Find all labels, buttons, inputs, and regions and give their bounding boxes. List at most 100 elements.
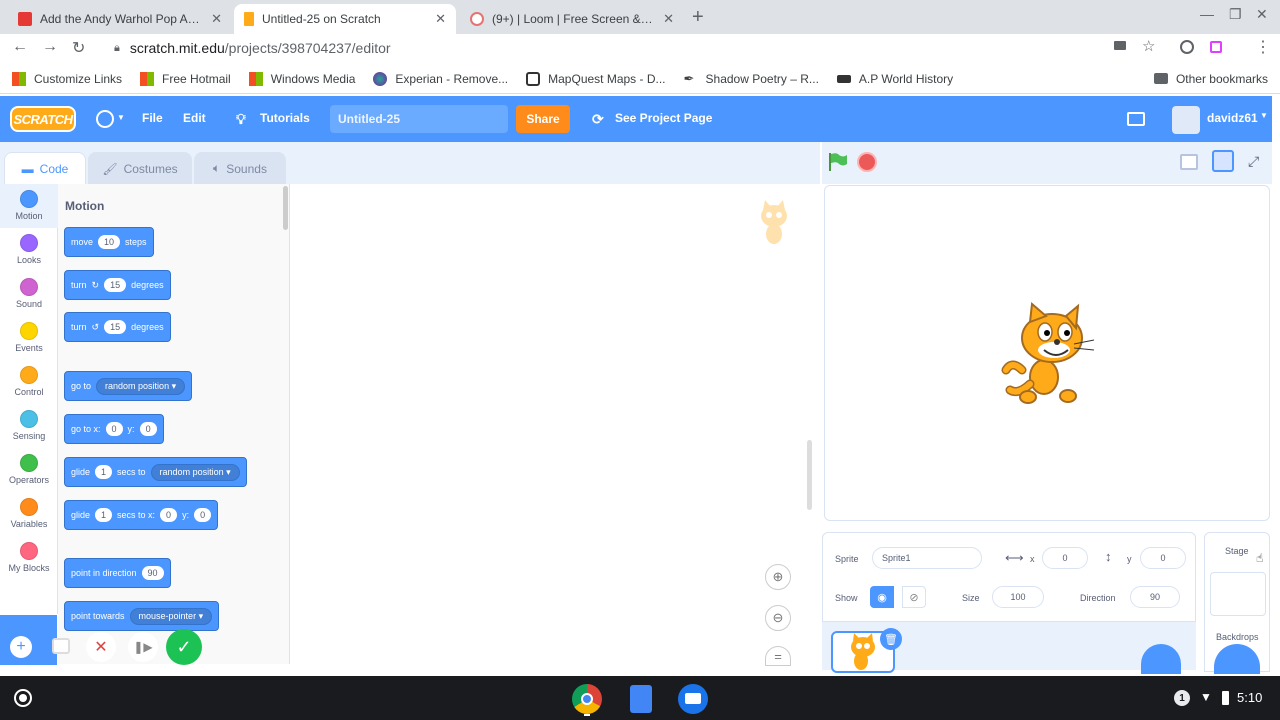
wifi-icon[interactable]: ▼: [1200, 690, 1212, 704]
block-point-towards[interactable]: point towards mouse-pointer ▾: [64, 601, 220, 631]
y-input[interactable]: 0: [139, 422, 157, 436]
zoom-in-icon[interactable]: ⊕: [765, 564, 791, 590]
file-menu[interactable]: File: [142, 111, 163, 125]
zoom-reset-icon[interactable]: =: [765, 646, 791, 666]
x-position-input[interactable]: 0: [1042, 547, 1088, 569]
camera-icon[interactable]: [1114, 41, 1126, 50]
add-extension-icon[interactable]: +: [10, 636, 32, 658]
share-button[interactable]: Share: [516, 105, 570, 133]
browser-tab[interactable]: (9+) | Loom | Free Screen & Vide ✕: [460, 4, 684, 34]
launcher-icon[interactable]: [14, 689, 32, 707]
show-eye-icon[interactable]: ◉: [870, 586, 894, 608]
target-dropdown[interactable]: random position ▾: [150, 463, 240, 481]
category-control[interactable]: Control: [0, 366, 58, 397]
category-operators[interactable]: Operators: [0, 454, 58, 485]
stop-icon[interactable]: [857, 152, 877, 172]
close-window-icon[interactable]: ✕: [1256, 6, 1268, 23]
more-vertical-icon[interactable]: ⋮: [1255, 37, 1271, 57]
tab-code[interactable]: ▬ Code: [4, 152, 86, 184]
battery-icon[interactable]: [1222, 691, 1229, 705]
bookmark-item[interactable]: ✒ Shadow Poetry – R...: [684, 71, 819, 86]
my-stuff-folder-icon[interactable]: [1127, 112, 1145, 126]
x-input[interactable]: 0: [160, 508, 178, 522]
x-input[interactable]: 0: [105, 422, 123, 436]
script-area[interactable]: [291, 184, 820, 664]
browser-tab[interactable]: Add the Andy Warhol Pop Art E ✕: [8, 4, 232, 34]
project-title-input[interactable]: Untitled-25: [330, 105, 508, 133]
bookmark-item[interactable]: MapQuest Maps - D...: [526, 71, 666, 86]
size-input[interactable]: 100: [992, 586, 1044, 608]
docs-app-icon[interactable]: [630, 685, 652, 713]
loom-extension-icon[interactable]: [1180, 40, 1194, 54]
finish-recording-check-icon[interactable]: ✓: [166, 629, 202, 665]
close-tab-icon[interactable]: ✕: [663, 11, 674, 27]
bookmark-item[interactable]: Customize Links: [12, 71, 122, 86]
cancel-recording-icon[interactable]: ✕: [86, 632, 116, 662]
category-events[interactable]: Events: [0, 322, 58, 353]
tab-costumes[interactable]: 🖌︎ Costumes: [88, 152, 192, 184]
close-tab-icon[interactable]: ✕: [435, 11, 446, 27]
avatar[interactable]: [1172, 106, 1200, 134]
secs-input[interactable]: 1: [95, 508, 113, 522]
messages-app-icon[interactable]: [678, 684, 708, 714]
bookmark-item[interactable]: Experian - Remove...: [373, 71, 508, 86]
camera-toggle-icon[interactable]: [52, 638, 70, 654]
delete-sprite-trash-icon[interactable]: 🗑︎: [880, 628, 902, 650]
new-tab-plus-icon[interactable]: +: [692, 6, 704, 29]
tutorials-button[interactable]: Tutorials: [260, 111, 310, 125]
category-my-blocks[interactable]: My Blocks: [0, 542, 58, 573]
bookmark-item[interactable]: Free Hotmail: [140, 71, 231, 86]
hide-eye-icon[interactable]: ⊘: [902, 586, 926, 608]
target-dropdown[interactable]: mouse-pointer ▾: [129, 607, 213, 625]
category-sensing[interactable]: Sensing: [0, 410, 58, 441]
block-turn-right[interactable]: turn ↻ 15 degrees: [64, 270, 171, 300]
chrome-app-icon[interactable]: [572, 684, 602, 714]
cat-sprite[interactable]: [1000, 300, 1096, 404]
see-project-page-button[interactable]: See Project Page: [615, 111, 712, 125]
minimize-icon[interactable]: —: [1200, 6, 1214, 22]
fullscreen-icon[interactable]: ⤢: [1248, 153, 1259, 170]
block-glide-to[interactable]: glide 1 secs to random position ▾: [64, 457, 247, 487]
maximize-icon[interactable]: ❐: [1229, 6, 1242, 23]
back-arrow-icon[interactable]: ←: [12, 38, 28, 56]
pause-recording-icon[interactable]: ❚▶: [128, 632, 158, 662]
forward-arrow-icon[interactable]: →: [42, 38, 58, 56]
clock[interactable]: 5:10: [1237, 690, 1262, 705]
category-motion[interactable]: Motion: [0, 190, 58, 221]
direction-input[interactable]: 90: [141, 566, 164, 580]
globe-language-icon[interactable]: [96, 110, 114, 128]
extension-icon[interactable]: [1210, 41, 1222, 53]
tab-sounds[interactable]: 🔈︎ Sounds: [194, 152, 286, 184]
bookmark-item[interactable]: Windows Media: [248, 71, 355, 86]
address-bar[interactable]: 🔒︎ scratch.mit.edu/projects/398704237/ed…: [104, 36, 1174, 60]
y-position-input[interactable]: 0: [1140, 547, 1186, 569]
zoom-out-icon[interactable]: ⊖: [765, 605, 791, 631]
target-dropdown[interactable]: random position ▾: [96, 377, 186, 395]
category-sound[interactable]: Sound: [0, 278, 58, 309]
sprite-name-input[interactable]: Sprite1: [872, 547, 982, 569]
large-stage-icon[interactable]: [1212, 150, 1234, 172]
browser-tab-active[interactable]: Untitled-25 on Scratch ✕: [234, 4, 456, 34]
reload-icon[interactable]: ↻: [72, 38, 85, 58]
category-variables[interactable]: Variables: [0, 498, 58, 529]
small-stage-icon[interactable]: [1180, 154, 1198, 170]
bookmark-star-icon[interactable]: ☆: [1142, 37, 1155, 55]
other-bookmarks[interactable]: Other bookmarks: [1153, 72, 1268, 86]
stage-thumbnail[interactable]: [1210, 572, 1266, 616]
block-go-to[interactable]: go to random position ▾: [64, 371, 193, 401]
block-point-in-direction[interactable]: point in direction 90: [64, 558, 171, 588]
block-turn-left[interactable]: turn ↺ 15 degrees: [64, 312, 171, 342]
scratch-logo[interactable]: SCRATCH: [10, 106, 76, 132]
y-input[interactable]: 0: [194, 508, 212, 522]
palette-scrollbar[interactable]: [283, 186, 288, 230]
steps-input[interactable]: 10: [98, 235, 121, 249]
block-glide-to-xy[interactable]: glide 1 secs to x: 0 y: 0: [64, 500, 219, 530]
green-flag-icon[interactable]: [827, 152, 849, 172]
block-go-to-xy[interactable]: go to x: 0 y: 0: [64, 414, 164, 444]
category-looks[interactable]: Looks: [0, 234, 58, 265]
edit-menu[interactable]: Edit: [183, 111, 206, 125]
degrees-input[interactable]: 15: [104, 278, 127, 292]
direction-input[interactable]: 90: [1130, 586, 1180, 608]
secs-input[interactable]: 1: [95, 465, 113, 479]
block-move-steps[interactable]: move 10 steps: [64, 227, 154, 257]
